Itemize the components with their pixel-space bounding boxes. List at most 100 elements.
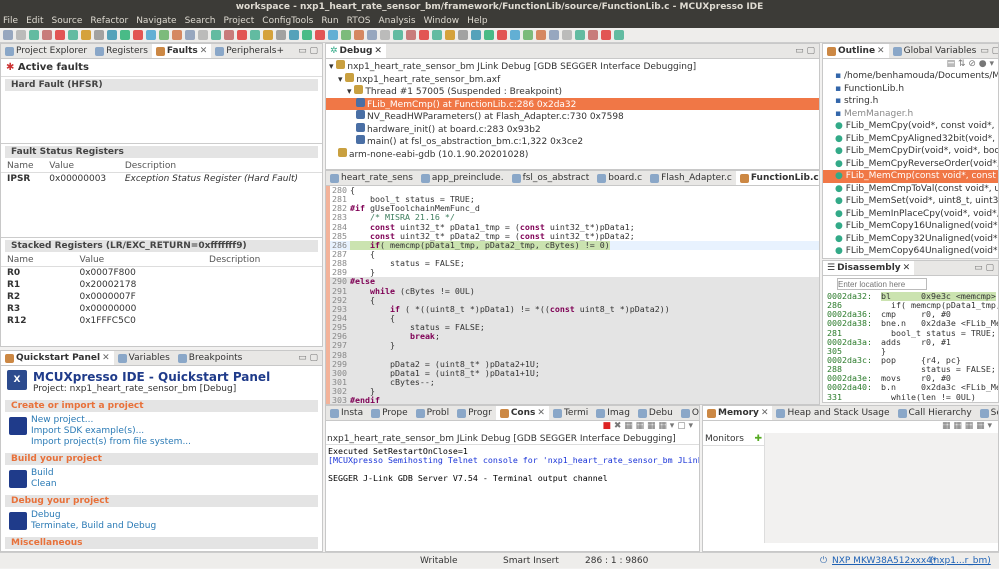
column-header-value[interactable]: Value: [73, 254, 204, 267]
section-debug-your-project[interactable]: Debug your project: [5, 495, 318, 507]
toolbar-button-icon[interactable]: [94, 30, 104, 40]
link-terminate-build-and-debug[interactable]: Terminate, Build and Debug: [31, 521, 156, 532]
expand-icon[interactable]: ▾: [347, 87, 354, 97]
outline-item[interactable]: ▪ MemManager.h: [823, 108, 998, 121]
tab-insta[interactable]: Insta: [326, 406, 367, 420]
tab-breakpoints[interactable]: Breakpoints: [174, 351, 247, 365]
outline-toolbar[interactable]: ▤ ⇅ ⊘ ● ▾: [823, 59, 998, 70]
debug-tree-item[interactable]: ▾ nxp1_heart_rate_sensor_bm.axf: [326, 72, 819, 86]
tab-app-preinclude[interactable]: app_preinclude.: [417, 171, 508, 185]
link-clean[interactable]: Clean: [31, 479, 57, 490]
window-controls[interactable]: ▭ ▢: [298, 44, 322, 58]
outline-item[interactable]: ● FLib_MemInPlaceCpy(void*, void*, uint3…: [823, 208, 998, 221]
tab-functionlib-c[interactable]: FunctionLib.c✕: [735, 171, 819, 185]
tab-peripherals[interactable]: Peripherals+: [211, 44, 288, 58]
toolbar-button-icon[interactable]: [185, 30, 195, 40]
tab-memory[interactable]: Memory ✕: [703, 406, 773, 420]
console-output[interactable]: Executed SetRestartOnClose=1 [MCUXpresso …: [326, 445, 699, 486]
outline-item[interactable]: ● FLib_MemCmp(const void*, const void*, …: [823, 170, 998, 183]
tab-variables[interactable]: Variables: [114, 351, 174, 365]
status-project-link[interactable]: (nxp1...r_bm): [930, 553, 991, 569]
add-monitor-icon[interactable]: ✚: [754, 434, 762, 444]
tab-project-explorer[interactable]: Project Explorer: [1, 44, 91, 58]
close-tab-icon[interactable]: ✕: [537, 406, 545, 420]
menu-edit[interactable]: Edit: [26, 14, 43, 28]
toolbar-button-icon[interactable]: [497, 30, 507, 40]
outline-item[interactable]: ● FLib_MemCopy64Unaligned(void*, uint64_…: [823, 245, 998, 258]
menu-source[interactable]: Source: [52, 14, 83, 28]
debug-tree-item[interactable]: NV_ReadHWParameters() at Flash_Adapter.c…: [326, 110, 819, 123]
toolbar-button-icon[interactable]: [549, 30, 559, 40]
close-tab-icon[interactable]: ✕: [102, 351, 110, 365]
toolbar-button-icon[interactable]: [133, 30, 143, 40]
tab-search[interactable]: Search: [976, 406, 998, 420]
toolbar-button-icon[interactable]: [81, 30, 91, 40]
link-new-project[interactable]: New project...: [31, 415, 191, 426]
debug-tree-item[interactable]: main() at fsl_os_abstraction_bm.c:1,322 …: [326, 135, 819, 148]
tab-imag[interactable]: Imag: [592, 406, 634, 420]
expand-icon[interactable]: ▾: [329, 62, 336, 72]
toolbar-button-icon[interactable]: [575, 30, 585, 40]
outline-item[interactable]: ● FLib_MemCopy32Unaligned(void*, uint32_…: [823, 233, 998, 246]
toolbar-button-icon[interactable]: [3, 30, 13, 40]
toolbar-button-icon[interactable]: [380, 30, 390, 40]
toolbar-button-icon[interactable]: [354, 30, 364, 40]
toolbar-button-icon[interactable]: [562, 30, 572, 40]
toolbar-button-icon[interactable]: [55, 30, 65, 40]
toolbar-button-icon[interactable]: [328, 30, 338, 40]
tab-quickstart-panel[interactable]: Quickstart Panel ✕: [1, 351, 114, 365]
section-miscellaneous[interactable]: Miscellaneous: [5, 537, 318, 549]
tab-progr[interactable]: Progr: [453, 406, 496, 420]
toolbar-button-icon[interactable]: [393, 30, 403, 40]
tab-offlin[interactable]: Offlin: [677, 406, 699, 420]
toolbar-button-icon[interactable]: [432, 30, 442, 40]
toolbar-button-icon[interactable]: [237, 30, 247, 40]
toolbar-button-icon[interactable]: [276, 30, 286, 40]
toolbar-button-icon[interactable]: [315, 30, 325, 40]
toolbar-button-icon[interactable]: [341, 30, 351, 40]
tab-fsl-os-abstract[interactable]: fsl_os_abstract: [508, 171, 594, 185]
menu-help[interactable]: Help: [467, 14, 488, 28]
toolbar-button-icon[interactable]: [471, 30, 481, 40]
tab-cons[interactable]: Cons ✕: [495, 406, 549, 420]
window-controls[interactable]: ▭ ▢: [980, 44, 998, 58]
menu-project[interactable]: Project: [223, 14, 254, 28]
console-toolbar[interactable]: ■ ✖ ▦ ▦ ▦ ▦ ▾ ▢ ▾: [326, 421, 699, 434]
toolbar-button-icon[interactable]: [42, 30, 52, 40]
toolbar-button-icon[interactable]: [68, 30, 78, 40]
toolbar-button-icon[interactable]: [484, 30, 494, 40]
window-controls[interactable]: ▭ ▢: [795, 44, 819, 58]
tab-outline[interactable]: Outline ✕: [823, 44, 889, 58]
debug-tree-item[interactable]: FLib_MemCmp() at FunctionLib.c:286 0x2da…: [326, 97, 819, 110]
toolbar-button-icon[interactable]: [406, 30, 416, 40]
toolbar-button-icon[interactable]: [289, 30, 299, 40]
tab-faults[interactable]: Faults ✕: [151, 44, 212, 58]
toolbar-button-icon[interactable]: [523, 30, 533, 40]
toolbar-button-icon[interactable]: [120, 30, 130, 40]
outline-item[interactable]: ▪ /home/benhamouda/Documents/MCUXpresso: [823, 70, 998, 83]
tab-prope[interactable]: Prope: [367, 406, 412, 420]
close-tab-icon[interactable]: ✕: [877, 44, 885, 58]
tab-probl[interactable]: Probl: [412, 406, 454, 420]
close-tab-icon[interactable]: ✕: [761, 406, 769, 420]
toolbar-button-icon[interactable]: [614, 30, 624, 40]
toolbar-button-icon[interactable]: [445, 30, 455, 40]
menu-window[interactable]: Window: [424, 14, 460, 28]
toolbar-button-icon[interactable]: [107, 30, 117, 40]
debug-tree-item[interactable]: ▾ Thread #1 57005 (Suspended : Breakpoin…: [326, 85, 819, 98]
code-area[interactable]: 280{281 bool_t status = TRUE; 282 #if gUse…: [326, 185, 819, 404]
menu-rtos[interactable]: RTOS: [347, 14, 371, 28]
tab-debug[interactable]: ✲ Debug ✕: [326, 44, 386, 58]
outline-item[interactable]: ● FLib_MemCmpToVal(const void*, uint8_t,…: [823, 183, 998, 196]
expand-icon[interactable]: ▾: [338, 75, 345, 85]
tab-heap-and-stack-usage[interactable]: Heap and Stack Usage: [772, 406, 893, 420]
toolbar-button-icon[interactable]: [458, 30, 468, 40]
toolbar-button-icon[interactable]: [302, 30, 312, 40]
toolbar-button-icon[interactable]: [172, 30, 182, 40]
tab-heart-rate-sens[interactable]: heart_rate_sens: [326, 171, 417, 185]
toolbar-button-icon[interactable]: [250, 30, 260, 40]
outline-item[interactable]: ● FLib_MemCpyReverseOrder(void*, const v…: [823, 158, 998, 171]
menu-refactor[interactable]: Refactor: [90, 14, 128, 28]
tab-termi[interactable]: Termi: [549, 406, 592, 420]
column-header-value[interactable]: Value: [43, 160, 119, 173]
